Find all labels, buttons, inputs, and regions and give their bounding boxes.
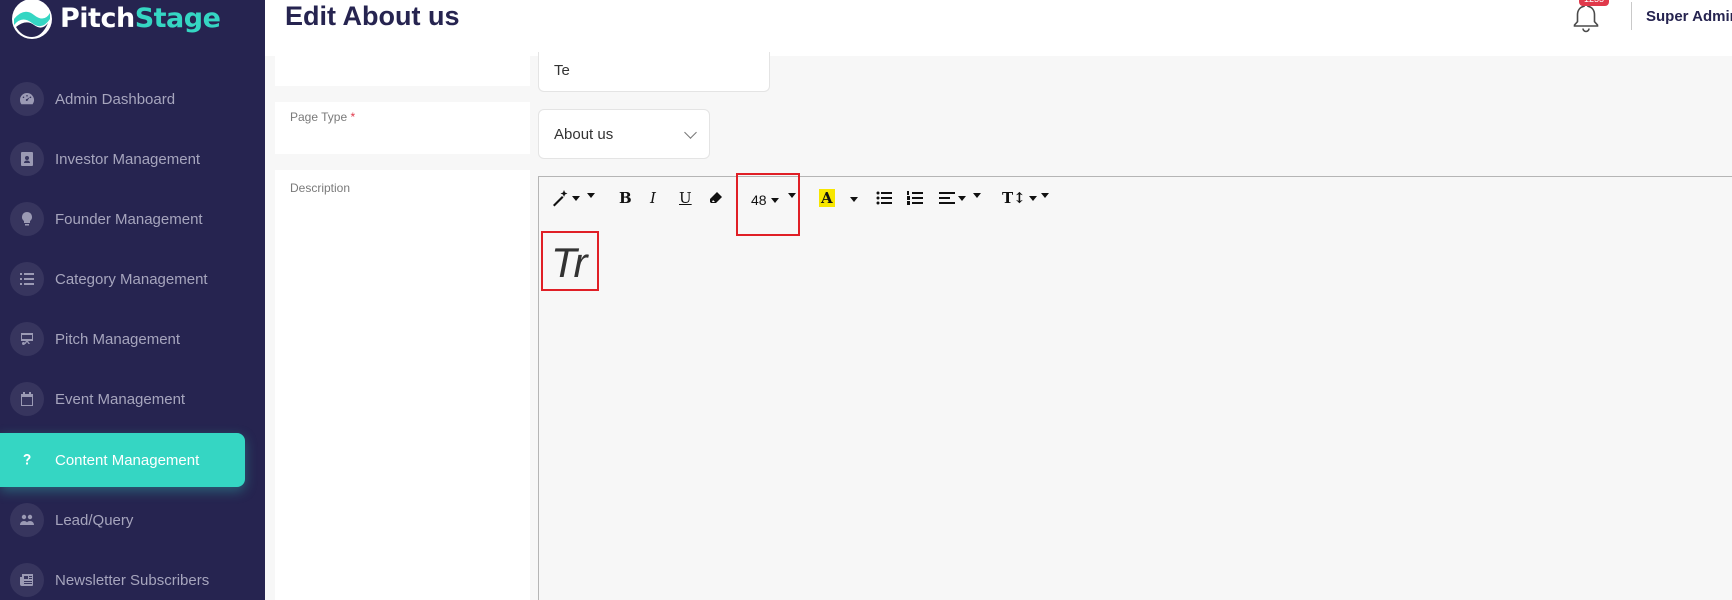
description-label-cell: Description	[275, 170, 530, 600]
sidebar-item-event-management[interactable]: Event Management	[0, 372, 245, 426]
sidebar-item-label: Category Management	[55, 270, 208, 288]
calendar-icon	[10, 382, 44, 416]
id-card-icon	[10, 142, 44, 176]
align-dropdown[interactable]	[939, 187, 966, 209]
logo-mark-icon	[12, 0, 52, 39]
sidebar-item-label: Content Management	[55, 451, 200, 469]
page-type-label-cell: Page Type *	[275, 102, 530, 154]
required-mark: *	[350, 110, 356, 124]
caret-down-icon	[1041, 193, 1049, 198]
user-menu[interactable]: Super Admin	[1646, 8, 1732, 25]
page-type-select[interactable]: About us	[538, 109, 710, 159]
unordered-list-button[interactable]	[876, 187, 892, 209]
bold-button[interactable]: B	[619, 187, 632, 209]
bold-icon: B	[619, 189, 632, 207]
presentation-icon	[10, 322, 44, 356]
lightbulb-icon	[10, 202, 44, 236]
chevron-down-icon	[684, 126, 697, 139]
highlight-box-editor-text	[541, 231, 599, 291]
sidebar-item-label: Pitch Management	[55, 330, 181, 348]
caret-down-icon	[572, 195, 580, 201]
sidebar-item-admin-dashboard[interactable]: Admin Dashboard	[0, 72, 245, 126]
ordered-list-button[interactable]	[907, 187, 923, 209]
notification-badge: 1255	[1579, 0, 1610, 6]
sidebar-item-founder-management[interactable]: Founder Management	[0, 192, 245, 246]
bullet-list-icon	[876, 191, 892, 205]
page-type-label-text: Page Type	[290, 110, 348, 124]
eraser-icon	[710, 192, 722, 203]
highlight-color-icon: A	[819, 189, 835, 207]
brand-name-part2: Stage	[134, 2, 221, 34]
sidebar-item-lead-query[interactable]: Lead/Query	[0, 493, 245, 547]
sidebar-item-investor-management[interactable]: Investor Management	[0, 132, 245, 186]
page-type-value: About us	[554, 125, 614, 143]
brand-logo[interactable]: PitchStage	[10, 0, 221, 44]
magic-wand-icon	[553, 190, 568, 207]
sidebar-item-label: Lead/Query	[55, 511, 134, 529]
users-icon	[10, 503, 44, 537]
caret-down-icon	[1028, 195, 1037, 201]
underline-button[interactable]: U	[679, 187, 692, 209]
sidebar-item-category-management[interactable]: Category Management	[0, 252, 245, 306]
caret-down-icon	[587, 193, 595, 198]
editor-toolbar: B I U 48 A T↕	[539, 173, 1732, 236]
italic-button[interactable]: I	[650, 187, 656, 209]
header-divider	[1631, 2, 1632, 30]
highlight-color-button[interactable]: A	[819, 187, 835, 209]
caret-down-icon	[850, 197, 858, 202]
page-type-label: Page Type *	[290, 110, 355, 124]
sidebar-item-label: Event Management	[55, 390, 186, 408]
numbered-list-icon	[907, 191, 923, 205]
style-dropdown[interactable]	[551, 187, 580, 209]
page-title: Edit About us	[285, 1, 460, 31]
dashboard-icon	[10, 82, 44, 116]
sidebar-item-label: Newsletter Subscribers	[55, 571, 210, 589]
sidebar-item-label: Admin Dashboard	[55, 90, 176, 108]
brand-name-part1: Pitch	[60, 2, 135, 34]
rich-text-editor[interactable]: B I U 48 A T↕ Tr	[538, 173, 1732, 600]
italic-icon: I	[650, 189, 656, 207]
underline-icon: U	[679, 189, 692, 207]
sidebar-item-label: Investor Management	[55, 150, 201, 168]
line-height-dropdown[interactable]: T↕	[1002, 187, 1037, 209]
sidebar-item-content-management[interactable]: Content Management	[0, 433, 245, 487]
top-header: Edit About us 1255 Super Admin	[265, 0, 1732, 56]
list-icon	[10, 262, 44, 296]
question-icon	[10, 443, 44, 477]
title-input[interactable]: Te	[538, 52, 770, 92]
description-label: Description	[290, 181, 351, 195]
align-left-icon	[939, 192, 955, 204]
sidebar-item-pitch-management[interactable]: Pitch Management	[0, 312, 245, 366]
newspaper-icon	[10, 563, 44, 597]
sidebar-item-newsletter-subscribers[interactable]: Newsletter Subscribers	[0, 553, 245, 600]
caret-down-icon	[973, 193, 981, 198]
sidebar-item-label: Founder Management	[55, 210, 203, 228]
sidebar: PitchStage Admin Dashboard Investor Mana…	[0, 0, 265, 600]
edit-form: Te Page Type * About us Description B I …	[265, 52, 1732, 600]
brand-name: PitchStage	[60, 2, 221, 34]
line-height-icon: T↕	[1002, 189, 1026, 207]
highlight-box-font-size	[736, 173, 800, 236]
title-label-cell	[275, 56, 530, 86]
caret-down-icon	[958, 195, 966, 201]
clear-format-button[interactable]	[709, 187, 723, 209]
